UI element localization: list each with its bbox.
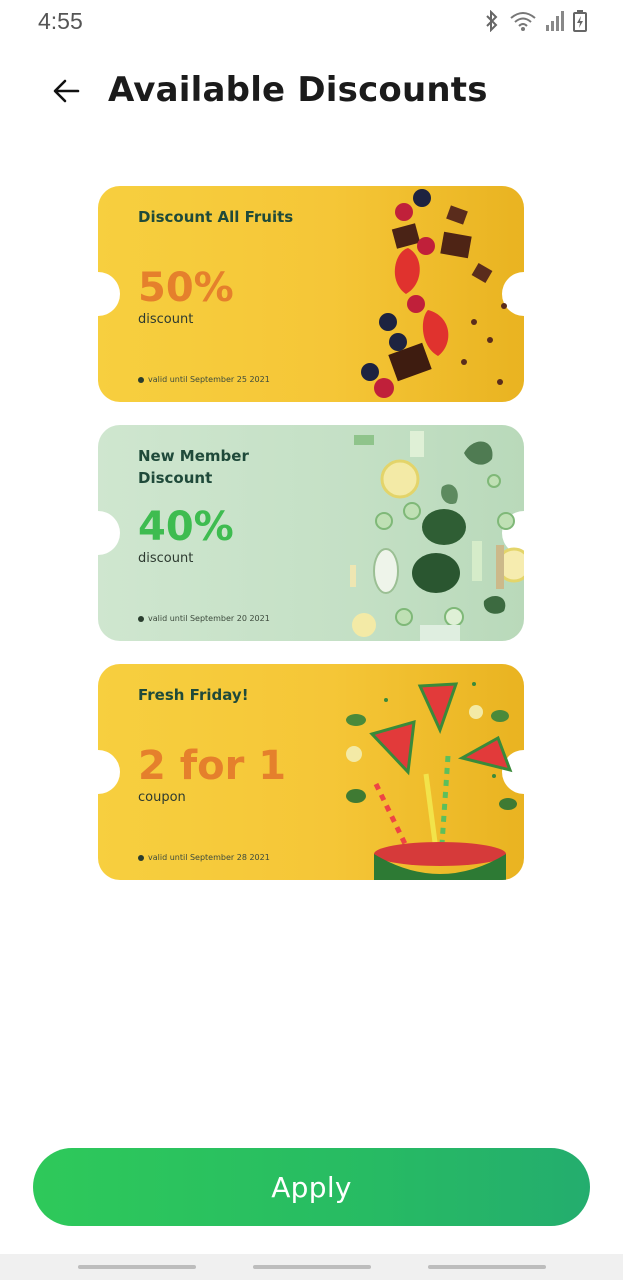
apply-button[interactable]: Apply [33,1148,590,1226]
coupon-title: New Member Discount [138,447,249,487]
coupon-notch-left [98,750,120,794]
coupon-title: Discount All Fruits [138,208,294,226]
status-bar: 4:55 [0,0,623,44]
coupon-validity: valid until September 28 2021 [138,853,270,862]
coupon-title: Fresh Friday! [138,686,249,704]
berries-brownie-image [361,189,507,398]
wifi-icon [510,12,536,31]
coupon-validity-text: valid until September 25 2021 [148,375,270,384]
coupon-notch-left [98,511,120,555]
coupon-card-fresh-friday[interactable]: Fresh Friday! 2 for 1 coupon valid until… [98,664,524,880]
coupon-validity-text: valid until September 20 2021 [148,614,270,623]
watermelon-image [346,682,517,880]
info-dot-icon [138,615,144,622]
status-time: 4:55 [38,8,83,34]
coupon-list: Discount All Fruits 50% discount valid u… [98,186,524,903]
nav-home-button[interactable] [253,1265,371,1269]
coupon-value: 2 for 1 [138,743,287,789]
status-icons [483,10,587,32]
back-arrow-icon[interactable] [50,74,84,108]
coupon-notch-left [98,272,120,316]
coupon-validity: valid until September 25 2021 [138,375,270,384]
coupon-value: 40% [138,504,234,550]
page-title: Available Discounts [108,70,488,110]
coupon-validity: valid until September 20 2021 [138,614,270,623]
green-vegetables-image [350,431,524,641]
coupon-subtitle: discount [138,312,194,327]
system-nav-bar [0,1254,623,1280]
bluetooth-icon [486,10,498,32]
coupon-subtitle: discount [138,551,194,566]
info-dot-icon [138,854,144,861]
coupon-validity-text: valid until September 28 2021 [148,853,270,862]
info-dot-icon [138,376,144,383]
coupon-subtitle: coupon [138,790,186,805]
nav-recents-button[interactable] [78,1265,196,1269]
nav-back-button[interactable] [428,1265,546,1269]
coupon-card-fruits[interactable]: Discount All Fruits 50% discount valid u… [98,186,524,402]
coupon-card-new-member[interactable]: New Member Discount 40% discount valid u… [98,425,524,641]
battery-icon [573,10,587,32]
signal-icon [546,11,564,31]
coupon-value: 50% [138,265,234,311]
